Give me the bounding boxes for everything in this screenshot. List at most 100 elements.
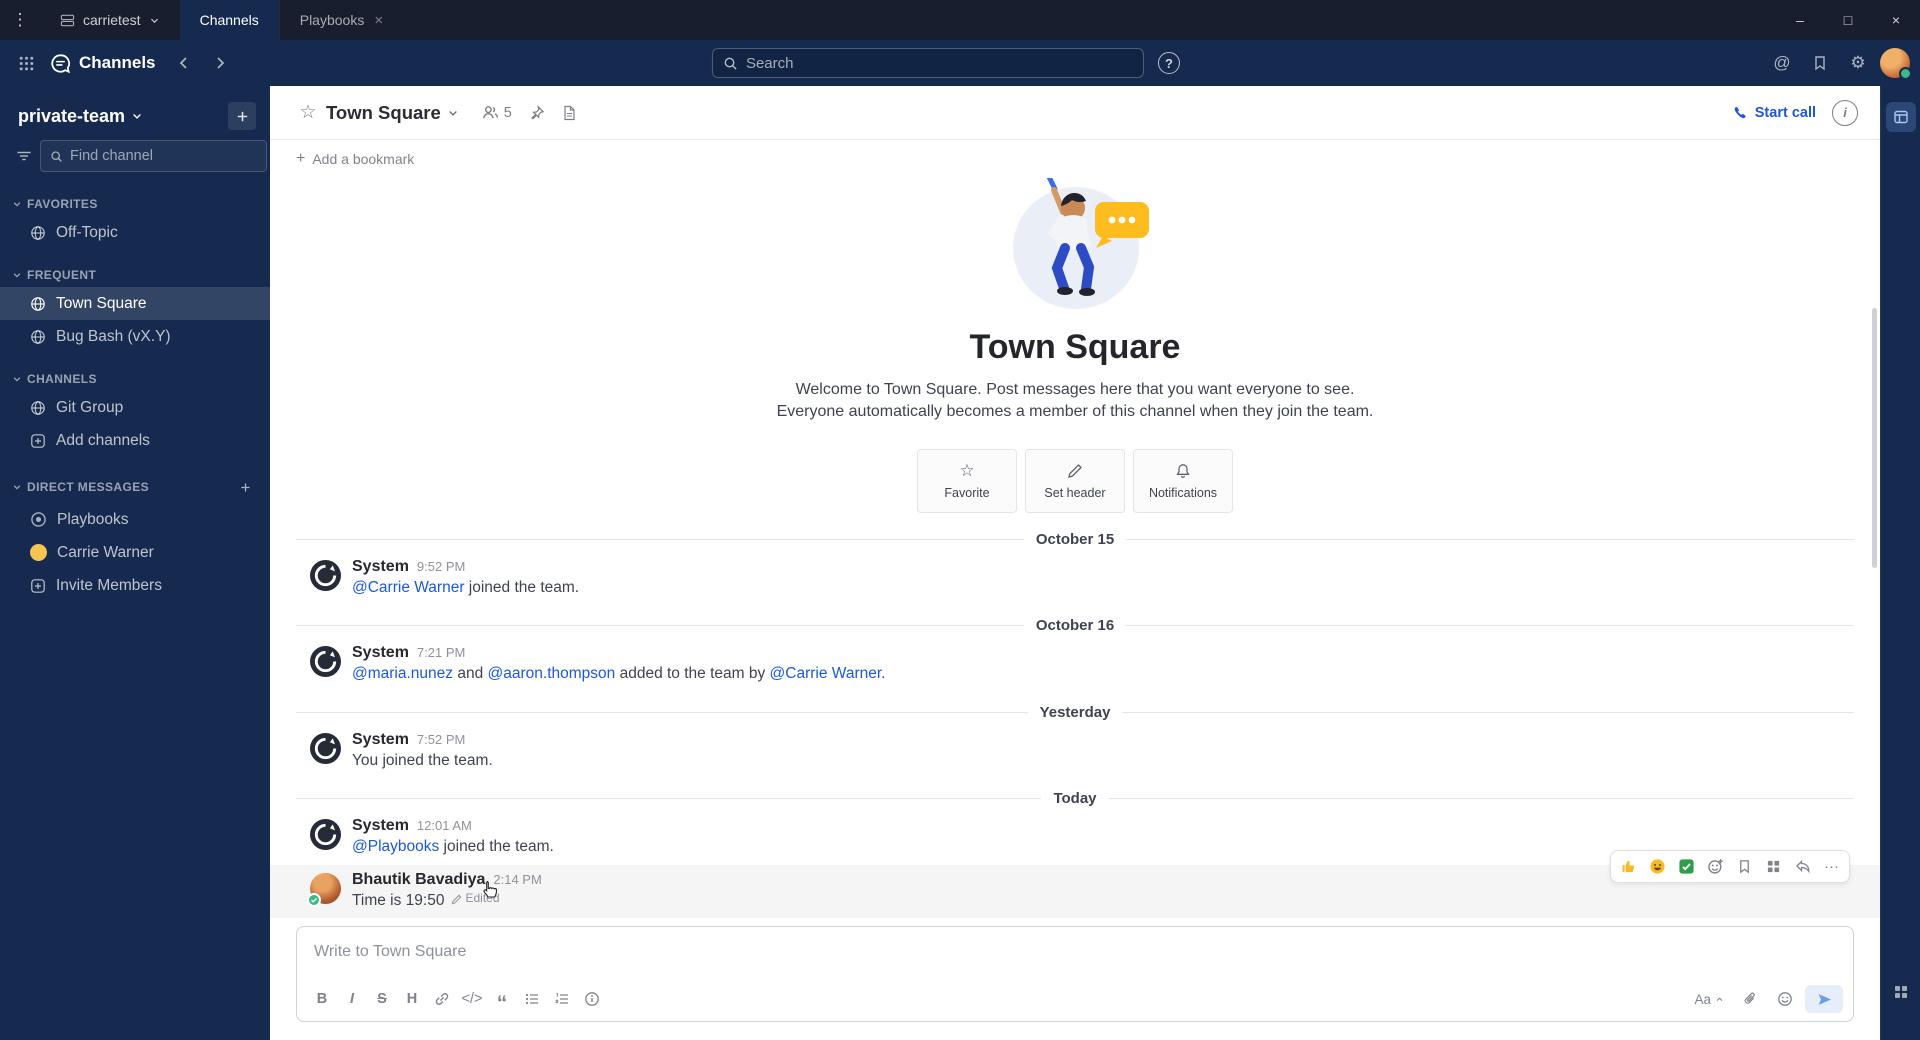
emoji-picker-button[interactable] bbox=[1770, 986, 1800, 1013]
favorite-star-icon[interactable]: ☆ bbox=[294, 99, 322, 127]
bulleted-list-button[interactable] bbox=[517, 986, 547, 1013]
history-forward-icon[interactable] bbox=[204, 47, 236, 79]
server-selector[interactable]: carrietest bbox=[40, 0, 180, 40]
notifications-button[interactable]: Notifications bbox=[1133, 448, 1233, 513]
link-button[interactable] bbox=[427, 986, 457, 1013]
check-mark-reaction-button[interactable] bbox=[1673, 854, 1700, 879]
sidebar-item-bug-bash[interactable]: Bug Bash (vX.Y) bbox=[0, 320, 270, 353]
tab-playbooks[interactable]: Playbooks × bbox=[278, 0, 403, 40]
send-message-button[interactable] bbox=[1805, 985, 1843, 1013]
add-direct-message-icon[interactable] bbox=[234, 476, 256, 498]
maximize-button[interactable]: □ bbox=[1824, 0, 1872, 40]
attach-file-button[interactable] bbox=[1735, 986, 1765, 1013]
sidebar-section-frequent[interactable]: FREQUENT bbox=[0, 265, 270, 287]
app-menu-icon[interactable]: ⋮ bbox=[0, 0, 40, 40]
chevron-up-icon bbox=[1716, 996, 1723, 1001]
system-avatar[interactable] bbox=[310, 732, 341, 764]
code-button[interactable]: </> bbox=[457, 986, 487, 1013]
reply-arrow-icon bbox=[1795, 859, 1809, 874]
sidebar-section-direct-messages[interactable]: DIRECT MESSAGES bbox=[0, 473, 270, 503]
sidebar-item-git-group[interactable]: Git Group bbox=[0, 391, 270, 424]
settings-gear-icon[interactable]: ⚙ bbox=[1842, 47, 1874, 79]
user-avatar[interactable] bbox=[1880, 48, 1912, 80]
mention-link[interactable]: @Playbooks bbox=[352, 838, 439, 855]
message-list[interactable]: Town Square Welcome to Town Square. Post… bbox=[270, 178, 1880, 924]
message-scrollbar[interactable] bbox=[1872, 308, 1877, 568]
channel-members-button[interactable]: 5 bbox=[475, 100, 519, 125]
add-channels-plus-button[interactable] bbox=[228, 102, 256, 130]
heading-button[interactable]: H bbox=[397, 986, 427, 1013]
sidebar-item-invite-members[interactable]: Invite Members bbox=[0, 569, 270, 602]
sidebar-section-favorites[interactable]: FAVORITES bbox=[0, 194, 270, 216]
bold-button[interactable]: B bbox=[307, 986, 337, 1013]
user-avatar[interactable] bbox=[307, 872, 341, 907]
message-sender[interactable]: Bhautik Bavadiya bbox=[352, 871, 485, 889]
system-avatar[interactable] bbox=[310, 819, 341, 851]
favorite-channel-button[interactable]: ☆ Favorite bbox=[917, 448, 1017, 513]
message-input[interactable] bbox=[297, 927, 1853, 977]
search-icon bbox=[724, 57, 737, 70]
product-switcher-icon[interactable] bbox=[10, 47, 42, 79]
search-input[interactable] bbox=[711, 48, 1144, 78]
paperclip-icon bbox=[1744, 992, 1755, 1004]
add-reaction-button[interactable] bbox=[1702, 854, 1729, 879]
find-channel-input[interactable] bbox=[40, 140, 267, 172]
quote-button[interactable]: “ bbox=[487, 986, 517, 1015]
help-icon[interactable]: ? bbox=[1157, 52, 1180, 74]
set-header-button[interactable]: Set header bbox=[1025, 448, 1125, 513]
grinning-reaction-button[interactable] bbox=[1644, 854, 1671, 879]
channel-files-icon[interactable] bbox=[555, 99, 583, 127]
sidebar-item-add-channels[interactable]: Add channels bbox=[0, 424, 270, 457]
start-call-button[interactable]: Start call bbox=[1732, 105, 1816, 121]
message-sender[interactable]: System bbox=[352, 644, 409, 662]
pinned-posts-icon[interactable] bbox=[523, 99, 551, 127]
channel-filter-icon[interactable] bbox=[16, 142, 32, 170]
mention-link[interactable]: @aaron.thompson bbox=[488, 665, 616, 682]
message-sender[interactable]: System bbox=[352, 558, 409, 576]
reply-button[interactable] bbox=[1789, 854, 1816, 879]
team-menu[interactable]: private-team bbox=[18, 106, 143, 127]
close-tab-icon[interactable]: × bbox=[374, 12, 383, 29]
sidebar-item-off-topic[interactable]: Off-Topic bbox=[0, 216, 270, 249]
message-sender[interactable]: System bbox=[352, 817, 409, 835]
find-channel-field[interactable] bbox=[70, 148, 257, 164]
mention-link[interactable]: @maria.nunez bbox=[352, 665, 453, 682]
minimize-button[interactable]: – bbox=[1776, 0, 1824, 40]
numbered-list-button[interactable] bbox=[547, 986, 577, 1013]
add-reaction-icon bbox=[1708, 858, 1723, 874]
system-avatar[interactable] bbox=[310, 646, 341, 678]
close-window-button[interactable]: × bbox=[1872, 0, 1920, 40]
online-status-icon bbox=[1899, 67, 1912, 80]
grid-icon bbox=[1767, 860, 1780, 872]
send-plane-icon bbox=[1818, 993, 1831, 1005]
saved-posts-icon[interactable] bbox=[1804, 47, 1836, 79]
add-bookmark-button[interactable]: + Add a bookmark bbox=[270, 140, 1880, 178]
system-avatar[interactable] bbox=[310, 559, 341, 591]
mattermost-logo-icon bbox=[310, 559, 341, 591]
message-apps-button[interactable] bbox=[1760, 854, 1787, 879]
mention-link[interactable]: @Carrie Warner bbox=[770, 665, 882, 682]
formatting-help-icon[interactable] bbox=[577, 986, 607, 1013]
message-sender[interactable]: System bbox=[352, 731, 409, 749]
toggle-formatting-button[interactable]: Aa bbox=[1688, 988, 1730, 1011]
sidebar-item-playbooks[interactable]: Playbooks bbox=[0, 503, 270, 536]
sidebar-section-channels[interactable]: CHANNELS bbox=[0, 369, 270, 391]
thumbs-up-reaction-button[interactable] bbox=[1615, 854, 1642, 879]
date-divider: October 16 bbox=[296, 617, 1854, 634]
save-message-button[interactable] bbox=[1731, 854, 1758, 879]
mention-link[interactable]: @Carrie Warner bbox=[352, 579, 464, 596]
search-field[interactable] bbox=[745, 54, 1133, 72]
channel-menu[interactable]: Town Square bbox=[326, 102, 459, 124]
channel-info-icon[interactable]: i bbox=[1832, 99, 1858, 126]
history-back-icon[interactable] bbox=[168, 47, 200, 79]
sidebar-item-town-square[interactable]: Town Square bbox=[0, 287, 270, 320]
mentions-icon[interactable]: @ bbox=[1766, 47, 1798, 79]
italic-button[interactable]: I bbox=[337, 986, 367, 1013]
strikethrough-button[interactable]: S bbox=[367, 986, 397, 1013]
more-actions-button[interactable]: ··· bbox=[1818, 854, 1845, 879]
channel-name: Town Square bbox=[326, 101, 441, 123]
tab-channels[interactable]: Channels bbox=[179, 0, 279, 40]
sidebar-item-carrie-warner[interactable]: Carrie Warner bbox=[0, 536, 270, 569]
app-bar-playbooks-icon[interactable] bbox=[1885, 102, 1916, 132]
product-grid-icon[interactable] bbox=[1893, 984, 1909, 1000]
